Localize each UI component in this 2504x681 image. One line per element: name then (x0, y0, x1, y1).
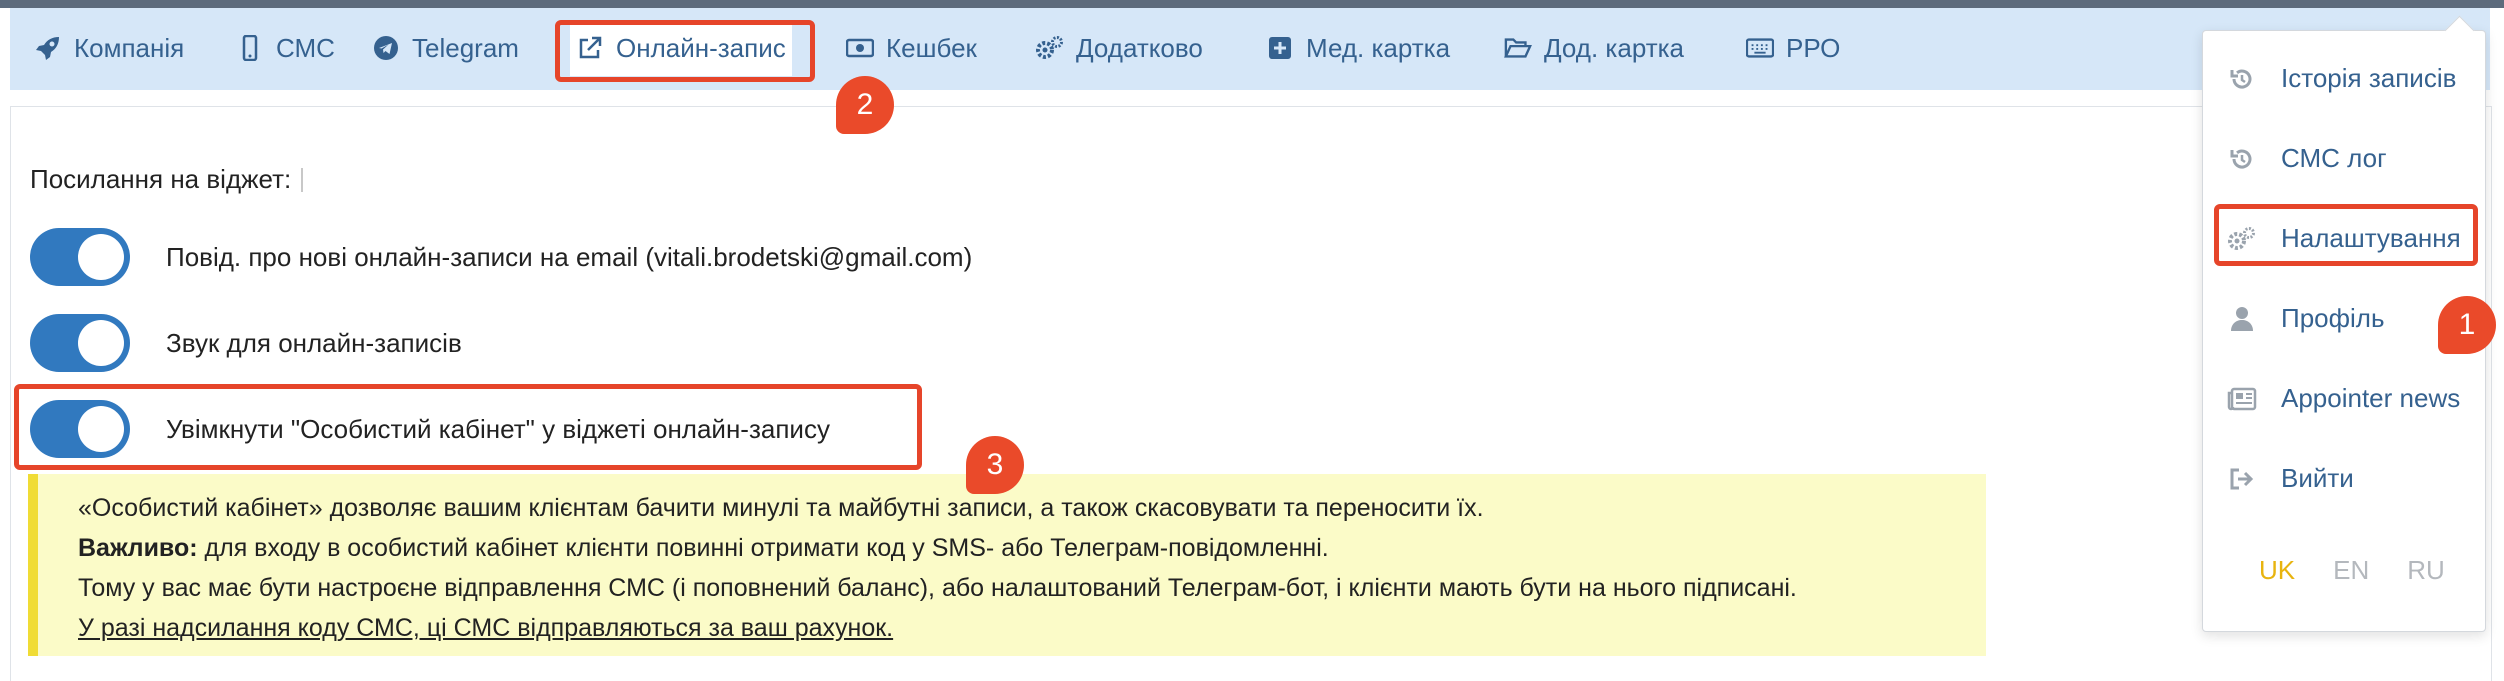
lang-uk[interactable]: UK (2259, 555, 2295, 586)
menu-item-label: Історія записів (2281, 63, 2457, 93)
menu-item-booking-history[interactable]: Історія записів (2227, 63, 2456, 94)
highlight-personal-cabinet-row (14, 384, 922, 470)
note-line: Важливо: для входу в особистий кабінет к… (78, 528, 1986, 568)
tab-cashback[interactable]: Кешбек (840, 20, 983, 76)
note-line: Тому у вас має бути настроєне відправлен… (78, 574, 1797, 602)
history-icon (2227, 64, 2257, 94)
mobile-icon (236, 34, 264, 62)
language-switcher: UK EN RU (2259, 555, 2445, 586)
settings-tab-bar: Компанія СМС Telegram Онлайн-запис Кешбе… (10, 8, 2490, 90)
highlight-online-booking-tab (555, 20, 815, 82)
widget-link-label: Посилання на віджет: (30, 164, 292, 194)
tab-label: Компанія (74, 32, 185, 63)
keyboard-icon (1746, 34, 1774, 62)
note-sms-cost-warning: У разі надсилання коду СМС, ці СМС відпр… (78, 614, 894, 642)
menu-item-logout[interactable]: Вийти (2227, 463, 2354, 494)
tab-label: Кешбек (886, 32, 977, 63)
callout-badge-2: 2 (836, 76, 894, 134)
widget-link-row: Посилання на віджет: (30, 164, 304, 195)
user-icon (2227, 304, 2257, 334)
tab-telegram[interactable]: Telegram (366, 20, 525, 76)
tab-med-card[interactable]: Мед. картка (1260, 20, 1456, 76)
tab-rro[interactable]: РРО (1740, 20, 1846, 76)
folder-open-icon (1504, 34, 1532, 62)
lang-ru[interactable]: RU (2407, 555, 2445, 586)
top-accent-bar (0, 0, 2504, 8)
menu-item-label: Вийти (2281, 463, 2354, 493)
callout-badge-3: 3 (966, 436, 1024, 494)
tab-label: Telegram (412, 32, 519, 63)
toggle-knob (78, 234, 124, 280)
lang-en[interactable]: EN (2333, 555, 2369, 586)
newspaper-icon (2227, 384, 2257, 414)
email-notify-label: Повід. про нові онлайн-записи на email (… (166, 241, 973, 272)
history-icon (2227, 144, 2257, 174)
tab-additional[interactable]: Додатково (1030, 20, 1209, 76)
money-icon (846, 34, 874, 62)
sign-out-icon (2227, 464, 2257, 494)
note-important-text: для входу в особистий кабінет клієнти по… (197, 534, 1329, 562)
note-line: «Особистий кабінет» дозволяє вашим клієн… (78, 494, 1484, 522)
telegram-icon (372, 34, 400, 62)
sound-row: Звук для онлайн-записів (30, 314, 462, 372)
sound-toggle[interactable] (30, 314, 130, 372)
menu-item-label: Appointer news (2281, 383, 2461, 413)
highlight-settings-item (2214, 204, 2478, 266)
menu-item-profile[interactable]: Профіль (2227, 303, 2385, 334)
tab-label: Додатково (1076, 32, 1203, 63)
widget-link-value[interactable] (301, 167, 304, 192)
personal-cabinet-info-note: «Особистий кабінет» дозволяє вашим клієн… (28, 474, 1986, 656)
menu-item-label: СМС лог (2281, 143, 2387, 173)
menu-item-label: Профіль (2281, 303, 2385, 333)
gears-icon (1036, 34, 1064, 62)
sound-label: Звук для онлайн-записів (166, 327, 462, 358)
tab-sms[interactable]: СМС (230, 20, 341, 76)
tab-label: Дод. картка (1544, 32, 1685, 63)
toggle-knob (78, 320, 124, 366)
email-notify-toggle[interactable] (30, 228, 130, 286)
tab-extra-card[interactable]: Дод. картка (1498, 20, 1690, 76)
rocket-icon (34, 34, 62, 62)
email-notify-row: Повід. про нові онлайн-записи на email (… (30, 228, 972, 286)
menu-item-sms-log[interactable]: СМС лог (2227, 143, 2387, 174)
menu-item-appointer-news[interactable]: Appointer news (2227, 383, 2460, 414)
tab-label: РРО (1786, 32, 1841, 63)
plus-square-icon (1266, 34, 1294, 62)
callout-badge-1: 1 (2438, 296, 2496, 354)
tab-label: Мед. картка (1306, 32, 1451, 63)
tab-label: СМС (276, 32, 335, 63)
tab-company[interactable]: Компанія (28, 20, 190, 76)
note-important-label: Важливо: (78, 534, 198, 562)
